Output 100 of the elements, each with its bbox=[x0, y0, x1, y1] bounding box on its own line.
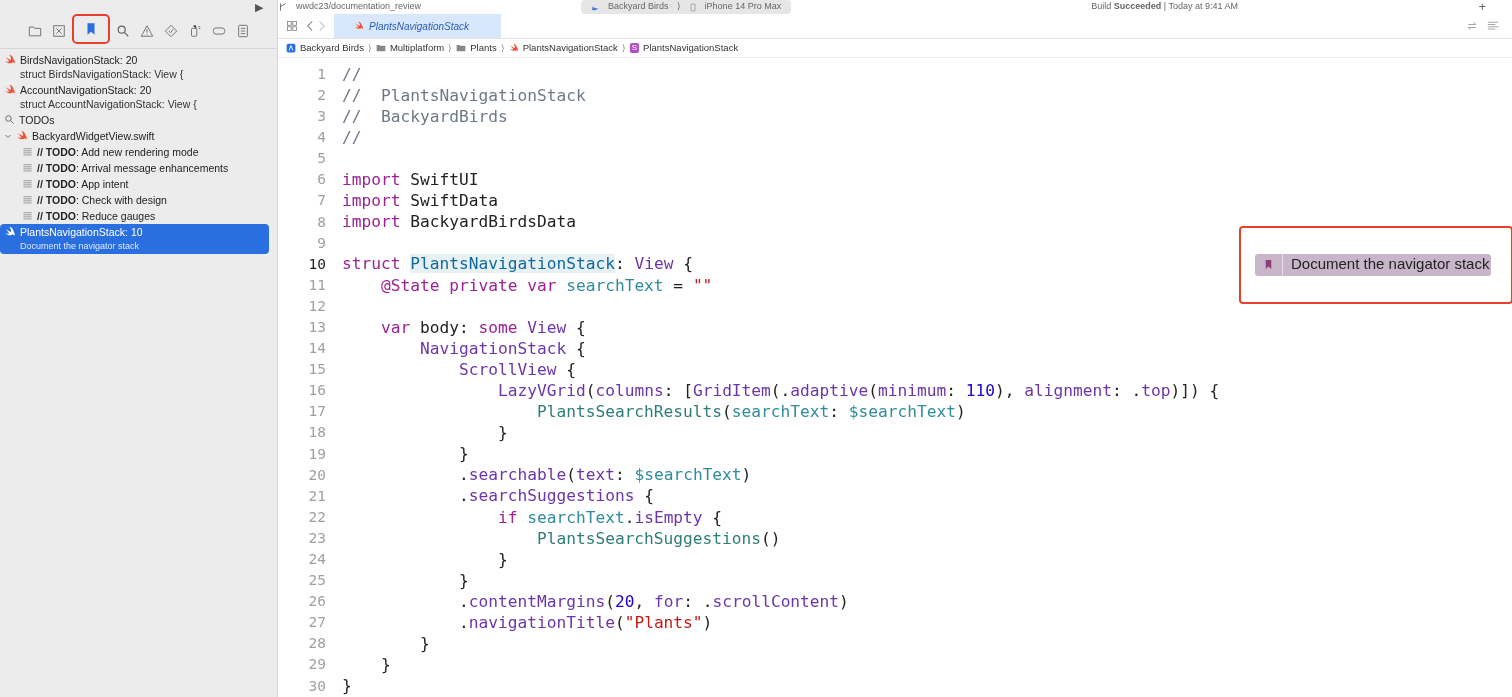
build-status: Build Succeeded | Today at 9:41 AM bbox=[1091, 0, 1238, 14]
code-line: } bbox=[379, 654, 391, 677]
folder-icon bbox=[375, 43, 386, 54]
line-number: 2 bbox=[316, 85, 326, 105]
list-icon bbox=[22, 162, 33, 173]
list-icon bbox=[22, 178, 33, 189]
sidebar-item[interactable]: // TODO: App intent bbox=[37, 177, 129, 191]
code-line: .contentMargins(20, for: .scrollContent) bbox=[457, 590, 849, 613]
code-line: ScrollView { bbox=[457, 358, 576, 381]
chevron-separator: ⟩ bbox=[500, 41, 505, 55]
code-line: PlantsSearchResults(searchText: $searchText) bbox=[535, 401, 966, 424]
add-button[interactable]: + bbox=[1478, 0, 1486, 17]
chevron-separator: ⟩ bbox=[676, 0, 681, 14]
line-number: 12 bbox=[307, 296, 326, 316]
line-number: 15 bbox=[307, 360, 326, 380]
scheme-name[interactable]: Backyard Birds bbox=[608, 0, 669, 14]
document-icon[interactable] bbox=[235, 24, 250, 38]
folder-icon[interactable] bbox=[27, 24, 42, 38]
label-icon[interactable] bbox=[211, 24, 226, 38]
sidebar-item[interactable]: TODOs bbox=[19, 113, 55, 127]
line-number: 18 bbox=[307, 423, 326, 443]
sidebar-item[interactable]: // TODO: Add new rendering mode bbox=[37, 145, 199, 159]
run-button[interactable]: ▶ bbox=[255, 1, 263, 13]
line-number: 8 bbox=[316, 212, 326, 232]
line-number: 3 bbox=[316, 107, 326, 127]
swap-arrows-icon[interactable] bbox=[1466, 20, 1478, 33]
search-icon[interactable] bbox=[115, 24, 130, 38]
code-line: } bbox=[496, 422, 508, 445]
sidebar-item[interactable]: BackyardWidgetView.swift bbox=[32, 129, 155, 143]
code-line: } bbox=[457, 569, 469, 592]
search-icon bbox=[4, 114, 15, 125]
sidebar-item[interactable]: // TODO: Arrival message enhancements bbox=[37, 161, 229, 175]
line-number: 30 bbox=[307, 676, 326, 696]
diamond-icon[interactable] bbox=[163, 24, 178, 38]
branch-icon bbox=[278, 2, 288, 12]
warning-icon[interactable] bbox=[139, 24, 154, 38]
line-number: 17 bbox=[307, 402, 326, 422]
swift-icon bbox=[508, 43, 519, 54]
breadcrumb-item[interactable]: Backyard Birds bbox=[286, 41, 364, 56]
line-number: 21 bbox=[307, 486, 326, 506]
code-line: if searchText.isEmpty { bbox=[496, 506, 723, 529]
line-number: 16 bbox=[307, 381, 326, 401]
sidebar-item[interactable]: // TODO: Reduce gauges bbox=[37, 209, 156, 223]
swift-icon bbox=[4, 84, 16, 96]
selected-row[interactable]: PlantsNavigationStack: 10 Document the navigator stack bbox=[0, 224, 269, 254]
code-line: LazyVGrid(columns: [GridItem(.adaptive(minimum: 110), alignment: .top)]) { bbox=[496, 380, 1220, 402]
branch-name: wwdc23/documentation_review bbox=[296, 0, 422, 14]
folder-icon bbox=[456, 43, 467, 54]
breadcrumb-item[interactable]: Multiplatform bbox=[375, 41, 445, 56]
editor-tab[interactable]: PlantsNavigationStack bbox=[334, 14, 502, 39]
breadcrumb-item[interactable]: S PlantsNavigationStack bbox=[629, 41, 739, 56]
line-number: 25 bbox=[307, 571, 326, 591]
line-number: 5 bbox=[316, 149, 326, 169]
close-box-icon[interactable] bbox=[51, 24, 66, 38]
breadcrumb-item[interactable]: Plants bbox=[456, 41, 497, 56]
line-number: 7 bbox=[316, 191, 326, 211]
code-line: struct PlantsNavigationStack: View { bbox=[342, 253, 693, 276]
line-number: 26 bbox=[307, 592, 326, 612]
code-line: .searchSuggestions { bbox=[457, 485, 654, 508]
sidebar-item[interactable]: AccountNavigationStack: 20 bbox=[20, 83, 197, 97]
struct-badge: S bbox=[629, 43, 640, 54]
code-line: .searchable(text: $searchText) bbox=[457, 464, 752, 487]
code-line: import BackyardBirdsData bbox=[342, 211, 576, 234]
line-number: 19 bbox=[307, 444, 326, 464]
line-number: 1 bbox=[316, 64, 326, 84]
code-line: // bbox=[342, 126, 362, 149]
lines-icon[interactable] bbox=[1486, 20, 1500, 33]
chevron-separator: ⟩ bbox=[367, 41, 372, 55]
sidebar-item[interactable]: PlantsNavigationStack: 10 bbox=[20, 225, 143, 239]
item-subtitle: struct AccountNavigationStack: View { bbox=[20, 97, 197, 111]
item-subtitle: struct BirdsNavigationStack: View { bbox=[20, 67, 184, 81]
breadcrumb-item[interactable]: PlantsNavigationStack bbox=[508, 41, 618, 56]
code-line: } bbox=[418, 633, 430, 656]
list-icon bbox=[22, 210, 33, 221]
sidebar-item[interactable]: // TODO: Check with design bbox=[37, 193, 167, 207]
swift-icon bbox=[4, 226, 16, 238]
grid-icon[interactable] bbox=[286, 20, 298, 33]
phone-icon bbox=[688, 2, 697, 12]
line-number: 13 bbox=[307, 318, 326, 337]
sidebar-item[interactable]: BirdsNavigationStack: 20 bbox=[20, 53, 184, 67]
code-line: var body: some View { bbox=[379, 316, 586, 339]
chevron-separator: ⟩ bbox=[448, 41, 453, 55]
swift-icon bbox=[4, 54, 16, 66]
line-number: 29 bbox=[307, 655, 326, 675]
line-number: 10 bbox=[307, 254, 326, 274]
list-icon bbox=[22, 194, 33, 205]
code-line: } bbox=[342, 675, 352, 697]
code-line: NavigationStack { bbox=[418, 337, 586, 360]
code-line: PlantsSearchSuggestions() bbox=[535, 527, 781, 550]
code-line: import SwiftData bbox=[342, 190, 498, 213]
code-line: // PlantsNavigationStack bbox=[342, 84, 586, 107]
line-number: 28 bbox=[307, 634, 326, 654]
chevron-separator: ⟩ bbox=[621, 41, 626, 55]
code-line: @State private var searchText = "" bbox=[379, 274, 713, 297]
line-number: 11 bbox=[307, 275, 326, 295]
code-line: } bbox=[496, 548, 508, 571]
line-number: 27 bbox=[307, 613, 326, 633]
line-number: 9 bbox=[316, 233, 326, 253]
device-name[interactable]: iPhone 14 Pro Max bbox=[704, 0, 782, 14]
bookmark-annotation[interactable]: Document the navigator stack bbox=[1255, 253, 1492, 276]
